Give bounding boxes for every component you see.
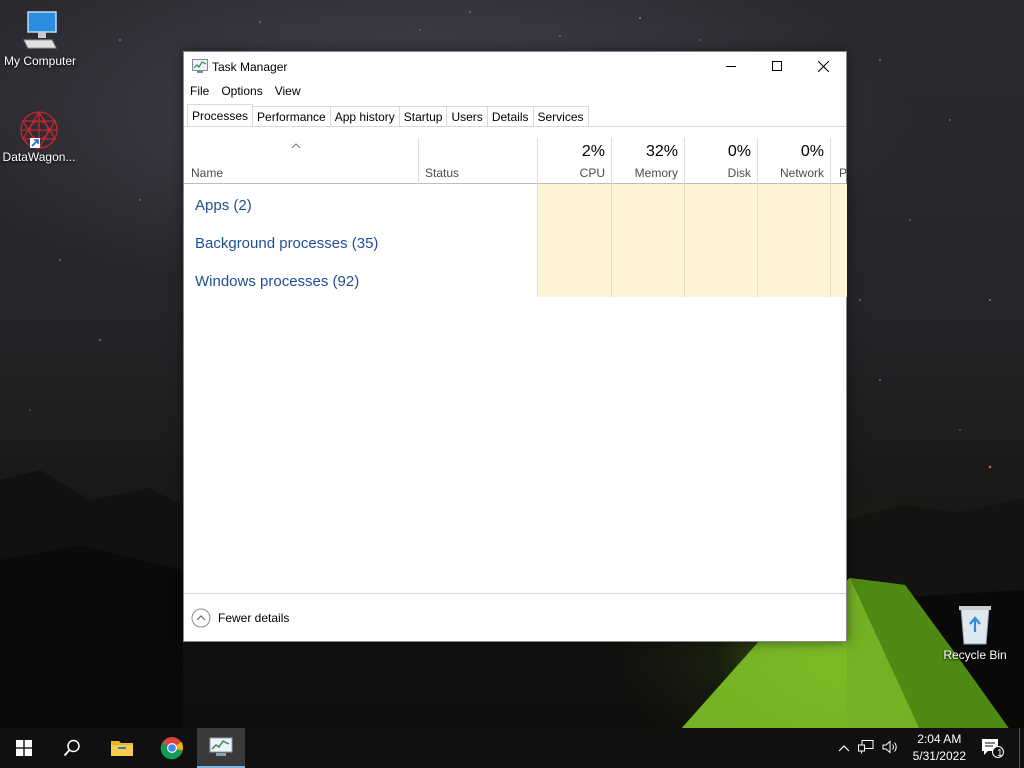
recycle-bin-icon <box>959 606 991 645</box>
chevron-up-icon <box>838 745 850 752</box>
column-label-disk: Disk <box>727 166 751 180</box>
network-tray-button[interactable] <box>858 739 874 757</box>
column-label-power: P <box>839 166 847 180</box>
tab-processes[interactable]: Processes <box>187 104 254 127</box>
taskbar-file-explorer[interactable] <box>98 728 146 768</box>
tab-users[interactable]: Users <box>446 106 488 127</box>
column-header-disk[interactable]: 0% Disk <box>685 138 757 184</box>
tab-app-history[interactable]: App history <box>329 106 400 127</box>
menu-options[interactable]: Options <box>215 81 268 103</box>
disk-total-value: 0% <box>727 143 751 160</box>
heatmap-divider <box>611 184 612 297</box>
clock-date: 5/31/2022 <box>912 749 966 763</box>
network-icon <box>858 739 874 753</box>
show-desktop-button[interactable] <box>1019 728 1024 768</box>
minimize-button[interactable] <box>708 52 754 80</box>
group-apps[interactable]: Apps (2) <box>195 197 252 214</box>
show-hidden-icons-button[interactable] <box>838 741 850 755</box>
taskbar-task-manager[interactable] <box>197 728 245 768</box>
group-background-processes[interactable]: Background processes (35) <box>195 235 378 252</box>
column-header-network[interactable]: 0% Network <box>758 138 830 184</box>
column-label-name: Name <box>191 166 224 180</box>
task-manager-window: Task Manager File Options View Processes… <box>183 51 847 642</box>
start-button[interactable] <box>0 728 48 768</box>
heatmap-divider <box>757 184 758 297</box>
column-label-status: Status <box>425 166 460 180</box>
desktop-icon-datawagon[interactable]: DataWagon... <box>0 108 79 164</box>
maximize-icon <box>772 61 782 71</box>
desktop-icon-recycle-bin[interactable]: Recycle Bin <box>935 602 1015 662</box>
column-label-network: Network <box>779 166 824 180</box>
desktop-icon-my-computer[interactable]: My Computer <box>0 10 80 68</box>
task-manager-icon <box>192 59 208 73</box>
group-windows-processes[interactable]: Windows processes (92) <box>195 273 359 290</box>
volume-tray-button[interactable] <box>882 739 900 757</box>
search-icon <box>63 739 80 757</box>
close-button[interactable] <box>800 52 846 80</box>
memory-total-value: 32% <box>645 143 678 160</box>
tab-divider <box>184 126 846 127</box>
network-total-value: 0% <box>800 143 824 160</box>
search-button[interactable] <box>48 728 96 768</box>
heatmap-divider <box>537 184 538 297</box>
computer-icon <box>23 11 57 49</box>
menu-file[interactable]: File <box>184 81 215 103</box>
column-header-status[interactable]: Status <box>419 138 537 184</box>
taskbar: 2:04 AM 5/31/2022 1 <box>0 728 1024 768</box>
column-header-cpu[interactable]: 2% CPU <box>538 138 611 184</box>
close-icon <box>817 60 829 72</box>
system-tray <box>838 728 900 768</box>
desktop-icon-label: My Computer <box>3 54 77 68</box>
column-label-memory: Memory <box>634 166 678 180</box>
tab-performance[interactable]: Performance <box>252 106 331 127</box>
sort-ascending-icon <box>291 141 301 152</box>
chevron-up-circle-icon[interactable] <box>191 608 211 628</box>
column-header-name[interactable]: Name <box>184 138 418 184</box>
resource-heatmap <box>538 184 847 297</box>
heatmap-divider <box>830 184 831 297</box>
speaker-icon <box>882 739 897 754</box>
desktop-icon-label: Recycle Bin <box>943 648 1007 662</box>
folder-icon <box>111 741 133 756</box>
taskbar-chrome[interactable] <box>148 728 196 768</box>
desktop-icon-label: DataWagon... <box>2 150 76 164</box>
footer-bar: Fewer details <box>184 593 846 642</box>
title-bar[interactable]: Task Manager <box>184 52 846 80</box>
cpu-total-value: 2% <box>581 143 605 160</box>
heatmap-divider <box>684 184 685 297</box>
windows-logo-icon <box>16 740 32 756</box>
tab-services[interactable]: Services <box>532 106 589 127</box>
chrome-icon <box>160 737 183 760</box>
maximize-button[interactable] <box>754 52 800 80</box>
column-header-row: Name Status 2% CPU 32% Memory 0% Disk 0%… <box>184 138 847 184</box>
notification-count: 1 <box>997 748 1003 759</box>
menu-bar: File Options View <box>184 81 307 103</box>
column-header-power[interactable]: P <box>831 138 847 184</box>
task-manager-icon <box>209 737 233 756</box>
minimize-icon <box>726 66 736 67</box>
column-label-cpu: CPU <box>579 166 605 180</box>
column-header-memory[interactable]: 32% Memory <box>612 138 684 184</box>
taskbar-clock[interactable]: 2:04 AM 5/31/2022 <box>913 731 966 765</box>
tab-startup[interactable]: Startup <box>398 106 448 127</box>
window-title: Task Manager <box>212 60 288 74</box>
tab-details[interactable]: Details <box>486 106 534 127</box>
fewer-details-button[interactable]: Fewer details <box>218 611 289 625</box>
tab-strip: Processes Performance App history Startu… <box>187 104 589 127</box>
action-center-button[interactable]: 1 <box>970 728 1014 768</box>
clock-time: 2:04 AM <box>917 732 962 746</box>
datawagon-icon <box>20 110 58 150</box>
menu-view[interactable]: View <box>269 81 307 103</box>
